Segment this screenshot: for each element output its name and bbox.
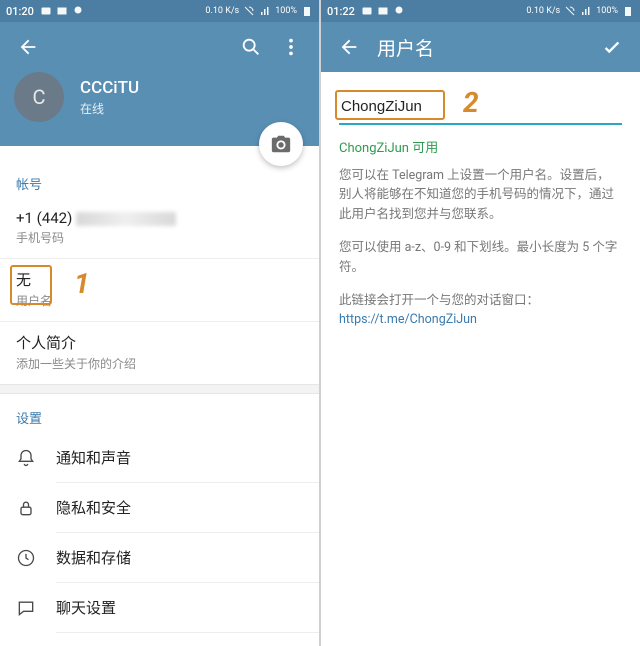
username-link[interactable]: https://t.me/ChongZiJun (339, 312, 477, 327)
status-net: 0.10 K/s (205, 7, 239, 16)
mail-icon (377, 5, 389, 17)
row-privacy[interactable]: 隐私和安全 (0, 483, 319, 532)
username-sub: 用户名 (16, 292, 303, 309)
search-button[interactable] (231, 27, 271, 67)
row-chat[interactable]: 聊天设置 (0, 583, 319, 632)
battery-icon (622, 5, 634, 17)
header-title-r: 用户名 (377, 34, 592, 61)
phone-left: 01:20 0.10 K/s 100% C (0, 0, 319, 646)
username-available: ChongZiJun 可用 (339, 137, 622, 156)
status-left-icons-r (361, 5, 405, 17)
chat-icon (393, 5, 405, 17)
phone-prefix: +1 (442) (16, 209, 72, 227)
confirm-button[interactable] (592, 27, 632, 67)
username-link-wrap: 此链接会打开一个与您的对话窗口： https://t.me/ChongZiJun (339, 291, 622, 330)
status-bar: 01:20 0.10 K/s 100% (0, 0, 319, 22)
label-privacy: 隐私和安全 (56, 497, 131, 518)
profile-status: 在线 (80, 100, 139, 117)
username-desc-1: 您可以在 Telegram 上设置一个用户名。设置后，别人将能够在不知道您的手机… (339, 166, 622, 224)
username-body: 2 ChongZiJun 可用 您可以在 Telegram 上设置一个用户名。设… (321, 72, 640, 344)
username-desc-2: 您可以使用 a-z、0-9 和下划线。最小长度为 5 个字符。 (339, 238, 622, 277)
section-settings-title: 设置 (0, 394, 319, 433)
status-time-r: 01:22 (327, 5, 355, 18)
profile-header: C CCCiTU 在线 (0, 22, 319, 146)
camera-fab[interactable] (259, 122, 303, 166)
label-notifications: 通知和声音 (56, 447, 131, 468)
phone-masked (76, 212, 176, 226)
more-vert-icon (280, 36, 302, 58)
bio-sub: 添加一些关于你的介绍 (16, 355, 303, 372)
username-value: 无 (16, 269, 303, 290)
row-data[interactable]: 数据和存储 (0, 533, 319, 582)
label-chat: 聊天设置 (56, 597, 116, 618)
chat-icon (72, 5, 84, 17)
username-link-pre: 此链接会打开一个与您的对话窗口： (339, 293, 539, 308)
status-bar-r: 01:22 0.10 K/s 100% (321, 0, 640, 22)
section-account-title: 帐号 (0, 160, 319, 199)
label-data: 数据和存储 (56, 547, 131, 568)
arrow-left-icon (17, 36, 39, 58)
row-bio[interactable]: 个人简介 添加一些关于你的介绍 (0, 322, 319, 384)
mail-icon (56, 5, 68, 17)
image-icon (40, 5, 52, 17)
status-battery: 100% (275, 7, 297, 16)
signal-icon (259, 5, 271, 17)
phone-right: 01:22 0.10 K/s 100% 用户名 2 (321, 0, 640, 646)
mute-icon (564, 5, 576, 17)
status-right-icons: 0.10 K/s 100% (205, 5, 313, 17)
data-icon (16, 548, 36, 568)
profile-name: CCCiTU (80, 78, 139, 98)
username-header: 用户名 (321, 22, 640, 72)
row-username[interactable]: 无 用户名 1 (0, 259, 319, 321)
phone-sub: 手机号码 (16, 229, 303, 246)
status-battery-r: 100% (596, 7, 618, 16)
mute-icon (243, 5, 255, 17)
status-left-icons (40, 5, 84, 17)
more-button[interactable] (271, 27, 311, 67)
back-button[interactable] (8, 27, 48, 67)
status-right-icons-r: 0.10 K/s 100% (526, 5, 634, 17)
status-time: 01:20 (6, 5, 34, 18)
bell-icon (16, 448, 36, 468)
lock-icon (16, 498, 36, 518)
avatar[interactable]: C (14, 72, 64, 122)
row-notifications[interactable]: 通知和声音 (0, 433, 319, 482)
check-icon (601, 36, 623, 58)
signal-icon (580, 5, 592, 17)
status-net-r: 0.10 K/s (526, 7, 560, 16)
row-language[interactable]: 语言 (0, 633, 319, 646)
search-icon (240, 36, 262, 58)
camera-icon (270, 133, 292, 155)
arrow-left-icon (338, 36, 360, 58)
battery-icon (301, 5, 313, 17)
image-icon (361, 5, 373, 17)
profile-body: 帐号 +1 (442) 手机号码 无 用户名 1 个人简介 添加一些关于你的介绍… (0, 146, 319, 646)
back-button-r[interactable] (329, 27, 369, 67)
username-input[interactable] (339, 88, 622, 125)
bio-title: 个人简介 (16, 332, 303, 353)
chat-settings-icon (16, 598, 36, 618)
row-phone[interactable]: +1 (442) 手机号码 (0, 199, 319, 258)
